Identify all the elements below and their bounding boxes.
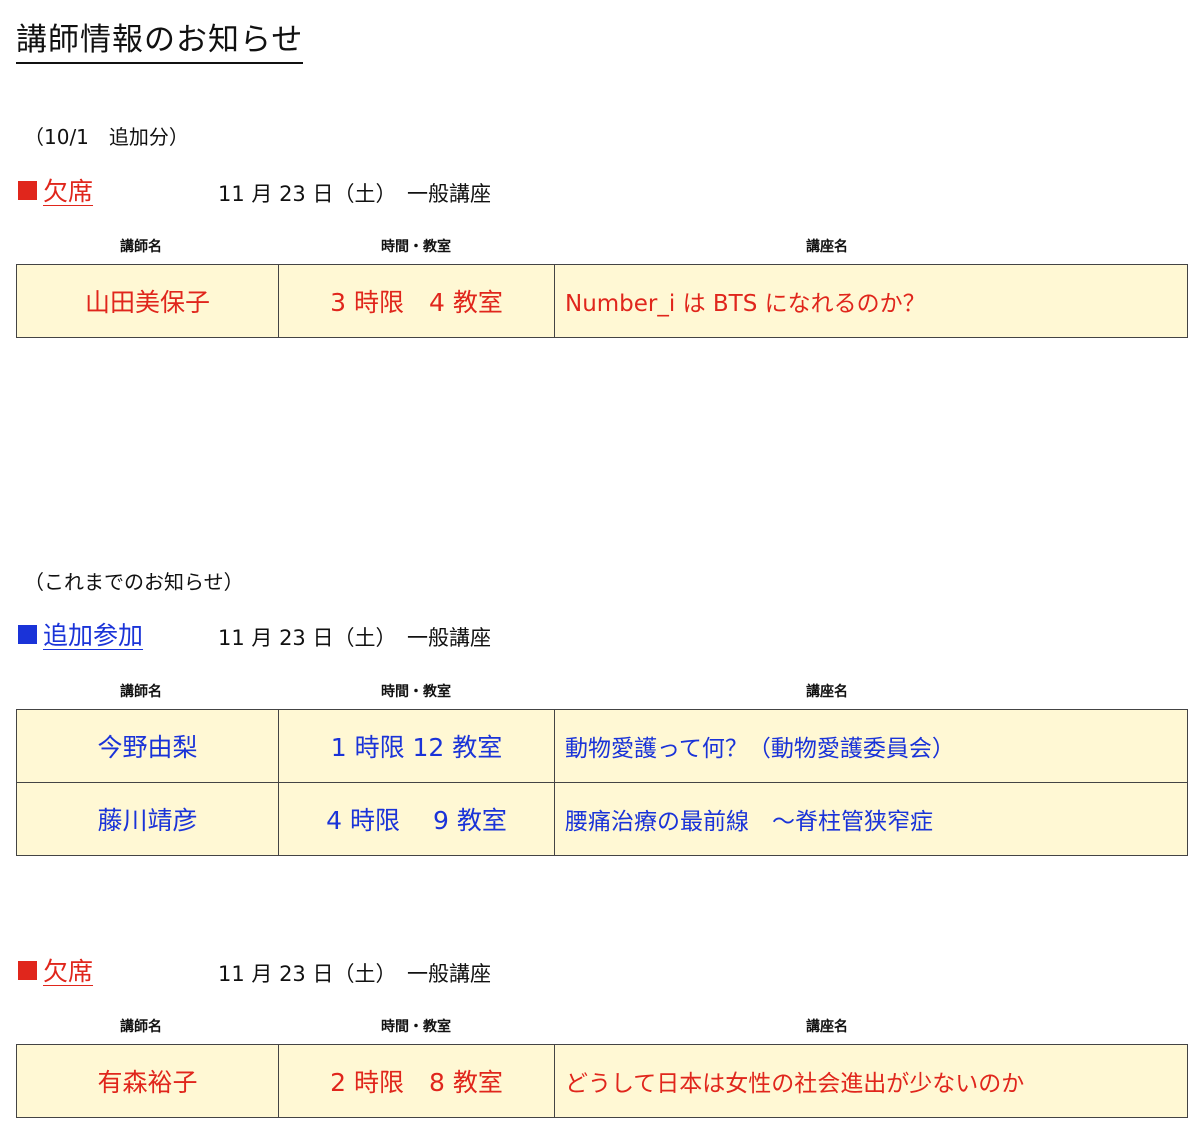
lecturer-name: 有森裕子 [16, 1044, 279, 1118]
date-label: 11 月 23 日（土） 一般講座 [218, 182, 491, 206]
blue-square-icon [18, 624, 37, 644]
status-label: 欠席 [43, 177, 94, 206]
time-room: 3 時限 4 教室 [278, 264, 555, 338]
time-room: 2 時限 8 教室 [278, 1044, 555, 1118]
column-header-lecturer: 講師名 [120, 684, 162, 700]
lecturer-name: 山田美保子 [16, 264, 279, 338]
lecturer-name: 今野由梨 [16, 709, 279, 783]
column-header-time-room: 時間・教室 [381, 1019, 451, 1035]
lecture-table: 山田美保子 3 時限 4 教室 Number_i は BTS になれるのか？ [16, 264, 1188, 338]
status-heading-absent: 欠席 [18, 170, 93, 210]
date-label: 11 月 23 日（土） 一般講座 [218, 962, 491, 986]
date-label: 11 月 23 日（土） 一般講座 [218, 626, 491, 650]
course-title: どうして日本は女性の社会進出が少ないのか [554, 1044, 1188, 1118]
column-header-course: 講座名 [806, 684, 848, 700]
status-label: 欠席 [43, 957, 94, 986]
section-note: （これまでのお知らせ） [24, 570, 244, 594]
column-header-course: 講座名 [806, 1019, 848, 1035]
table-row: 藤川靖彦 4 時限 9 教室 腰痛治療の最前線 ～脊柱管狭窄症 [16, 782, 1188, 856]
page-title: 講師情報のお知らせ [16, 20, 304, 64]
red-square-icon [18, 960, 37, 980]
status-heading-absent: 欠席 [18, 950, 93, 990]
column-header-time-room: 時間・教室 [381, 239, 451, 255]
course-title: Number_i は BTS になれるのか？ [554, 264, 1188, 338]
status-heading-added: 追加参加 [18, 614, 143, 654]
course-title: 動物愛護って何？（動物愛護委員会） [554, 709, 1188, 783]
lecture-table: 今野由梨 1 時限 12 教室 動物愛護って何？（動物愛護委員会） 藤川靖彦 4… [16, 709, 1188, 856]
time-room: 1 時限 12 教室 [278, 709, 555, 783]
column-header-course: 講座名 [806, 239, 848, 255]
lecturer-name: 藤川靖彦 [16, 782, 279, 856]
column-header-lecturer: 講師名 [120, 239, 162, 255]
column-header-lecturer: 講師名 [120, 1019, 162, 1035]
table-row: 有森裕子 2 時限 8 教室 どうして日本は女性の社会進出が少ないのか [16, 1044, 1188, 1118]
red-square-icon [18, 180, 37, 200]
table-row: 山田美保子 3 時限 4 教室 Number_i は BTS になれるのか？ [16, 264, 1188, 338]
course-title: 腰痛治療の最前線 ～脊柱管狭窄症 [554, 782, 1188, 856]
table-row: 今野由梨 1 時限 12 教室 動物愛護って何？（動物愛護委員会） [16, 709, 1188, 783]
lecture-table: 有森裕子 2 時限 8 教室 どうして日本は女性の社会進出が少ないのか [16, 1044, 1188, 1118]
section-note: （10/1 追加分） [24, 125, 189, 149]
time-room: 4 時限 9 教室 [278, 782, 555, 856]
status-label: 追加参加 [43, 621, 144, 650]
column-header-time-room: 時間・教室 [381, 684, 451, 700]
